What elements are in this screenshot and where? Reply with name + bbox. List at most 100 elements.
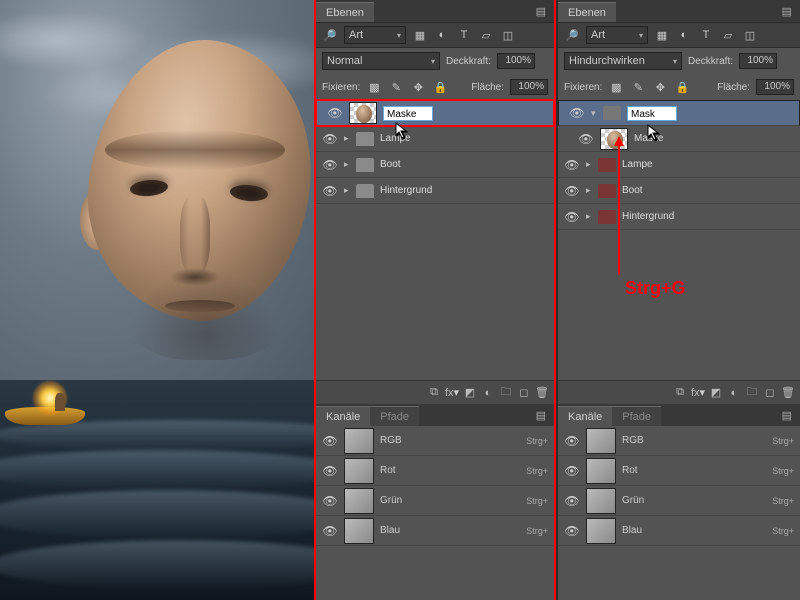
group-rename-input[interactable]: Mask	[627, 106, 677, 121]
visibility-toggle[interactable]: 👁	[316, 464, 344, 478]
tab-layers[interactable]: Ebenen	[316, 2, 374, 22]
channel-gruen[interactable]: 👁GrünStrg+	[316, 486, 554, 516]
visibility-toggle[interactable]: 👁	[316, 158, 344, 172]
filter-adjust-icon[interactable]: ◐	[676, 27, 692, 43]
new-layer-icon[interactable]: ◻	[762, 385, 778, 401]
delete-layer-icon[interactable]: 🗑	[534, 385, 550, 401]
add-mask-icon[interactable]: ◩	[462, 385, 478, 401]
visibility-toggle[interactable]: 👁	[316, 132, 344, 146]
channel-gruen[interactable]: 👁GrünStrg+	[558, 486, 800, 516]
channel-blau[interactable]: 👁BlauStrg+	[558, 516, 800, 546]
layers-bottom-bar: ⧉ fx▾ ◩ ◐ 🗀 ◻ 🗑	[316, 380, 554, 404]
channel-name: RGB	[380, 435, 526, 446]
delete-layer-icon[interactable]: 🗑	[780, 385, 796, 401]
fx-icon[interactable]: fx▾	[444, 385, 460, 401]
document-canvas[interactable]	[0, 0, 314, 600]
lock-position-icon[interactable]: ✥	[652, 79, 668, 95]
visibility-toggle[interactable]: 👁	[558, 210, 586, 224]
expand-icon[interactable]: ▸	[344, 185, 356, 196]
channel-rgb[interactable]: 👁RGBStrg+	[558, 426, 800, 456]
channel-rgb[interactable]: 👁RGBStrg+	[316, 426, 554, 456]
filter-type-icon[interactable]: T	[456, 27, 472, 43]
filter-type-icon[interactable]: T	[698, 27, 714, 43]
tab-paths[interactable]: Pfade	[612, 406, 661, 426]
blend-mode-select[interactable]: Hindurchwirken▾	[564, 52, 682, 70]
tab-paths[interactable]: Pfade	[370, 406, 419, 426]
panel-menu-icon[interactable]: ▤	[774, 1, 800, 22]
tab-channels[interactable]: Kanäle	[316, 406, 370, 426]
filter-type-select[interactable]: Art▾	[586, 26, 648, 44]
visibility-toggle[interactable]: 👁	[572, 132, 600, 146]
add-mask-icon[interactable]: ◩	[708, 385, 724, 401]
layer-maske[interactable]: 👁 Maske	[558, 126, 800, 152]
expand-icon[interactable]: ▸	[344, 133, 356, 144]
fill-input[interactable]: 100%	[756, 79, 794, 95]
panel-menu-icon[interactable]: ▤	[528, 1, 554, 22]
visibility-toggle[interactable]: 👁	[558, 524, 586, 538]
filter-pixel-icon[interactable]: ▦	[412, 27, 428, 43]
lock-all-icon[interactable]: 🔒	[432, 79, 448, 95]
adjustment-layer-icon[interactable]: ◐	[480, 385, 496, 401]
layer-hintergrund[interactable]: 👁 ▸ Hintergrund	[316, 178, 554, 204]
lock-position-icon[interactable]: ✥	[410, 79, 426, 95]
layer-boot[interactable]: 👁 ▸ Boot	[316, 152, 554, 178]
link-layers-icon[interactable]: ⧉	[672, 385, 688, 401]
expand-icon[interactable]: ▸	[586, 185, 598, 196]
lock-pixels-icon[interactable]: ✎	[630, 79, 646, 95]
filter-adjust-icon[interactable]: ◐	[434, 27, 450, 43]
blend-mode-select[interactable]: Normal▾	[322, 52, 440, 70]
tab-channels[interactable]: Kanäle	[558, 406, 612, 426]
new-group-icon[interactable]: 🗀	[744, 385, 760, 401]
opacity-input[interactable]: 100%	[739, 53, 777, 69]
channel-blau[interactable]: 👁BlauStrg+	[316, 516, 554, 546]
filter-smart-icon[interactable]: ◫	[742, 27, 758, 43]
opacity-input[interactable]: 100%	[497, 53, 535, 69]
collapse-icon[interactable]: ▾	[591, 108, 603, 119]
link-layers-icon[interactable]: ⧉	[426, 385, 442, 401]
group-mask[interactable]: 👁 ▾ Mask	[558, 100, 800, 126]
filter-smart-icon[interactable]: ◫	[500, 27, 516, 43]
panel-menu-icon[interactable]: ▤	[528, 405, 554, 426]
lock-transparent-icon[interactable]: ▩	[608, 79, 624, 95]
new-group-icon[interactable]: 🗀	[498, 385, 514, 401]
layer-lampe[interactable]: 👁 ▸ Lampe	[558, 152, 800, 178]
layer-maske[interactable]: 👁 Maske	[316, 100, 554, 126]
wave	[0, 490, 314, 540]
filter-pixel-icon[interactable]: ▦	[654, 27, 670, 43]
visibility-toggle[interactable]: 👁	[558, 434, 586, 448]
adjustment-layer-icon[interactable]: ◐	[726, 385, 742, 401]
visibility-toggle[interactable]: 👁	[558, 494, 586, 508]
visibility-toggle[interactable]: 👁	[316, 434, 344, 448]
channel-rot[interactable]: 👁RotStrg+	[316, 456, 554, 486]
fill-input[interactable]: 100%	[510, 79, 548, 95]
layer-thumbnail[interactable]	[349, 102, 377, 124]
filter-shape-icon[interactable]: ▱	[720, 27, 736, 43]
expand-icon[interactable]: ▸	[344, 159, 356, 170]
panel-menu-icon[interactable]: ▤	[774, 405, 800, 426]
fx-icon[interactable]: fx▾	[690, 385, 706, 401]
visibility-toggle[interactable]: 👁	[558, 464, 586, 478]
visibility-toggle[interactable]: 👁	[321, 106, 349, 120]
visibility-toggle[interactable]: 👁	[563, 106, 591, 120]
lock-all-icon[interactable]: 🔒	[674, 79, 690, 95]
new-layer-icon[interactable]: ◻	[516, 385, 532, 401]
channel-rot[interactable]: 👁RotStrg+	[558, 456, 800, 486]
visibility-toggle[interactable]: 👁	[316, 494, 344, 508]
filter-shape-icon[interactable]: ▱	[478, 27, 494, 43]
channel-shortcut: Strg+	[526, 496, 554, 506]
visibility-toggle[interactable]: 👁	[316, 524, 344, 538]
expand-icon[interactable]: ▸	[586, 159, 598, 170]
layer-lampe[interactable]: 👁 ▸ Lampe	[316, 126, 554, 152]
visibility-toggle[interactable]: 👁	[316, 184, 344, 198]
lock-pixels-icon[interactable]: ✎	[388, 79, 404, 95]
layer-hintergrund[interactable]: 👁 ▸ Hintergrund	[558, 204, 800, 230]
expand-icon[interactable]: ▸	[586, 211, 598, 222]
visibility-toggle[interactable]: 👁	[558, 184, 586, 198]
lock-transparent-icon[interactable]: ▩	[366, 79, 382, 95]
layer-boot[interactable]: 👁 ▸ Boot	[558, 178, 800, 204]
visibility-toggle[interactable]: 👁	[558, 158, 586, 172]
filter-type-select[interactable]: Art▾	[344, 26, 406, 44]
layer-filter-row: 🔎 Art▾ ▦ ◐ T ▱ ◫	[558, 22, 800, 48]
layer-rename-input[interactable]: Maske	[383, 106, 433, 121]
tab-layers[interactable]: Ebenen	[558, 2, 616, 22]
